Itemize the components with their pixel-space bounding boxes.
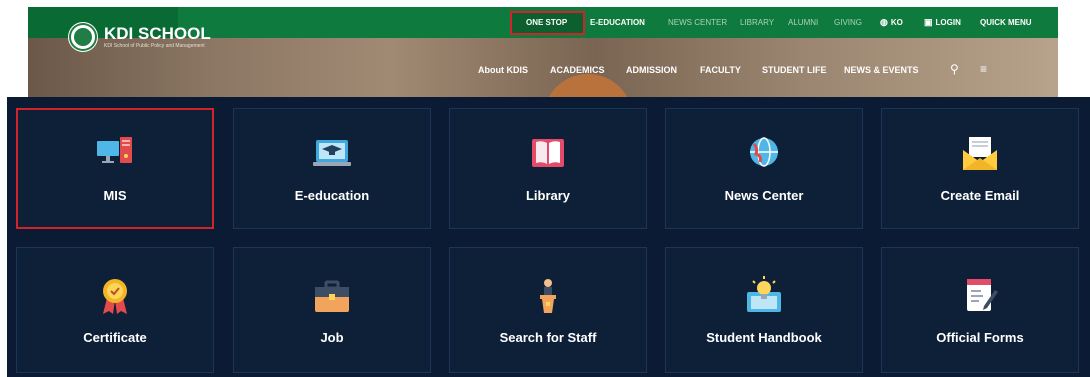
utility-link-alumni[interactable]: ALUMNI: [788, 7, 818, 38]
nav-about[interactable]: About KDIS: [478, 65, 528, 75]
tile-label-e-education: E-education: [294, 188, 370, 203]
quick-menu-tile-create-email[interactable]: Create Email: [881, 108, 1079, 229]
quick-menu-tile-official-forms[interactable]: Official Forms: [881, 247, 1079, 373]
tile-label-library: Library: [525, 188, 571, 203]
utility-link-language[interactable]: ◍ KO: [880, 7, 903, 38]
open-book-icon: [532, 139, 564, 167]
envelope-letter-icon: [963, 137, 997, 170]
quick-menu-tile-library[interactable]: Library: [449, 108, 647, 229]
nav-news-events[interactable]: NEWS & EVENTS: [844, 65, 919, 75]
utility-link-giving[interactable]: GIVING: [834, 7, 862, 38]
globe-news-icon: [750, 137, 778, 167]
site-logo[interactable]: KDI SCHOOL KDI School of Public Policy a…: [68, 21, 211, 53]
quick-menu-tile-search-for-staff[interactable]: Search for Staff: [449, 247, 647, 373]
logo-subtitle: KDI School of Public Policy and Manageme…: [104, 43, 205, 49]
quick-menu-tile-student-handbook[interactable]: Student Handbook: [665, 247, 863, 373]
utility-link-e-education[interactable]: E-EDUCATION: [590, 7, 645, 38]
nav-faculty[interactable]: FACULTY: [700, 65, 741, 75]
search-icon[interactable]: ⚲: [950, 62, 959, 76]
tile-label-official-forms: Official Forms: [936, 329, 1024, 345]
briefcase-icon: [315, 280, 349, 312]
person-at-podium-icon: [540, 278, 556, 313]
monitor-computer-icon: [97, 137, 132, 163]
utility-link-quick-menu[interactable]: QUICK MENU: [980, 7, 1032, 38]
logo-text: KDI SCHOOL KDI School of Public Policy a…: [104, 24, 211, 50]
nav-admission[interactable]: ADMISSION: [626, 65, 677, 75]
tile-label-mis: MIS: [103, 188, 127, 203]
login-label: LOGIN: [935, 18, 961, 27]
login-icon: ▣: [924, 17, 933, 27]
nav-academics[interactable]: ACADEMICS: [550, 65, 605, 75]
quick-menu-tile-mis[interactable]: MIS: [16, 108, 214, 229]
quick-menu-tile-news-center[interactable]: News Center: [665, 108, 863, 229]
utility-link-news-center[interactable]: NEWS CENTER: [668, 7, 727, 38]
site-header: ONE STOP E-EDUCATION NEWS CENTER LIBRARY…: [28, 7, 1058, 97]
award-ribbon-icon: [103, 278, 127, 314]
logo-emblem-icon: [68, 22, 98, 52]
quick-menu-tile-e-education[interactable]: E-education: [233, 108, 431, 229]
globe-icon: ◍: [880, 17, 888, 27]
tile-label-certificate: Certificate: [83, 329, 147, 345]
utility-link-library[interactable]: LIBRARY: [740, 7, 774, 38]
logo-name: KDI SCHOOL: [104, 24, 211, 43]
document-pen-icon: [967, 278, 998, 311]
quick-menu-tile-certificate[interactable]: Certificate: [16, 247, 214, 373]
quick-menu-tile-job[interactable]: Job: [233, 247, 431, 373]
hero-figure: [543, 74, 633, 97]
tile-label-job: Job: [320, 329, 344, 345]
tile-label-create-email: Create Email: [940, 188, 1020, 203]
language-label: KO: [890, 18, 903, 27]
tile-label-search-for-staff: Search for Staff: [499, 329, 597, 345]
nav-student-life[interactable]: STUDENT LIFE: [762, 65, 827, 75]
utility-link-one-stop[interactable]: ONE STOP: [526, 7, 567, 38]
hamburger-menu-icon[interactable]: ≡: [980, 62, 987, 76]
utility-link-login[interactable]: ▣ LOGIN: [924, 7, 961, 38]
tile-label-student-handbook: Student Handbook: [706, 329, 822, 345]
laptop-graduation-cap-icon: [313, 140, 351, 166]
tile-label-news-center: News Center: [724, 188, 804, 203]
quick-menu-panel: MIS E-education Library News Center Crea…: [7, 97, 1090, 377]
lightbulb-book-icon: [747, 275, 781, 312]
